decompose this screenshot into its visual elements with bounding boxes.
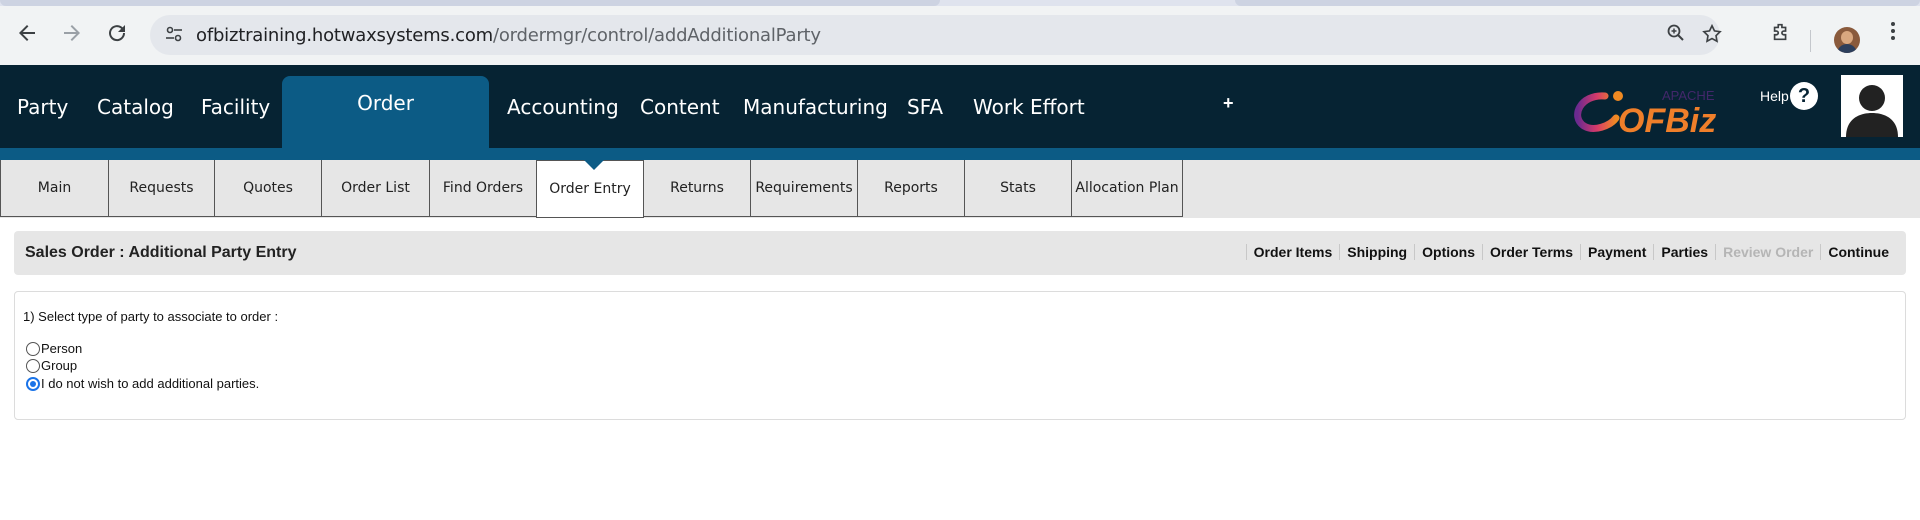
continue-link[interactable]: Continue [1820,244,1896,260]
ofbiz-logo[interactable]: APACHE OFBiz [1570,82,1735,142]
group-label[interactable]: Group [41,358,77,373]
user-avatar[interactable] [1841,75,1903,137]
nav-item-work-effort[interactable]: Work Effort [973,95,1085,119]
tab-stats[interactable]: Stats [964,160,1072,217]
forward-icon[interactable] [60,21,84,45]
no-additional-party-radio[interactable] [26,376,40,391]
group-radio[interactable] [26,358,40,373]
help-icon[interactable]: ? [1790,82,1818,110]
add-nav-button[interactable]: + [1223,93,1234,114]
url-text[interactable]: ofbiztraining.hotwaxsystems.com/ordermgr… [196,25,821,46]
site-info-icon[interactable] [164,24,184,44]
tab-allocation-plan[interactable]: Allocation Plan [1071,160,1183,217]
order-items-link[interactable]: Order Items [1245,244,1340,260]
tab-find-orders[interactable]: Find Orders [429,160,537,217]
party-type-option-person[interactable]: Person [26,341,82,356]
tab-main[interactable]: Main [0,160,109,217]
back-icon[interactable] [15,21,39,45]
party-type-option-none[interactable]: I do not wish to add additional parties. [26,376,259,391]
logo-ofbiz-text: OFBiz [1618,102,1716,140]
review-order-link: Review Order [1715,244,1820,260]
tab-requirements[interactable]: Requirements [750,160,858,217]
shipping-link[interactable]: Shipping [1339,244,1414,260]
payment-link[interactable]: Payment [1580,244,1653,260]
nav-item-catalog[interactable]: Catalog [97,95,174,119]
tab-requests[interactable]: Requests [108,160,215,217]
active-tab-caret [584,160,604,170]
toolbar-divider [1810,30,1811,52]
help-link[interactable]: Help ? [1760,82,1818,110]
party-type-option-group[interactable]: Group [26,358,77,373]
nav-item-content[interactable]: Content [640,95,720,119]
header-accent-stripe [0,148,1920,160]
tab-order-list[interactable]: Order List [321,160,430,217]
nav-item-accounting[interactable]: Accounting [507,95,619,119]
extensions-icon[interactable] [1768,21,1794,47]
zoom-icon[interactable] [1664,23,1688,47]
menu-kebab-icon[interactable] [1880,21,1906,47]
party-type-question: 1) Select type of party to associate to … [23,309,279,324]
order-entry-actions: Order Items Shipping Options Order Terms… [1245,244,1896,260]
reload-icon[interactable] [105,21,129,45]
address-bar[interactable]: ofbiztraining.hotwaxsystems.com/ordermgr… [150,15,1722,55]
person-radio[interactable] [26,341,40,356]
options-link[interactable]: Options [1414,244,1482,260]
help-label: Help [1760,88,1789,104]
nav-item-party[interactable]: Party [17,95,68,119]
app-header: Party Catalog Facility Order Accounting … [0,65,1920,160]
profile-avatar[interactable] [1834,27,1860,53]
page-title: Sales Order : Additional Party Entry [25,244,297,261]
tab-reports[interactable]: Reports [857,160,965,217]
nav-item-sfa[interactable]: SFA [907,95,943,119]
bookmark-star-icon[interactable] [1700,23,1724,47]
order-terms-link[interactable]: Order Terms [1482,244,1580,260]
no-additional-party-label[interactable]: I do not wish to add additional parties. [41,376,259,391]
nav-item-manufacturing[interactable]: Manufacturing [743,95,888,119]
logo-apache-text: APACHE [1662,88,1715,103]
browser-toolbar: ofbiztraining.hotwaxsystems.com/ordermgr… [0,6,1920,65]
tab-quotes[interactable]: Quotes [214,160,322,217]
person-label[interactable]: Person [41,341,82,356]
screenlet-body: 1) Select type of party to associate to … [14,291,1906,420]
sub-nav: Main Requests Quotes Order List Find Ord… [0,160,1920,218]
tab-returns[interactable]: Returns [643,160,751,217]
nav-item-facility[interactable]: Facility [201,95,270,119]
parties-link[interactable]: Parties [1653,244,1715,260]
screenlet-header: Sales Order : Additional Party Entry Ord… [14,231,1906,275]
